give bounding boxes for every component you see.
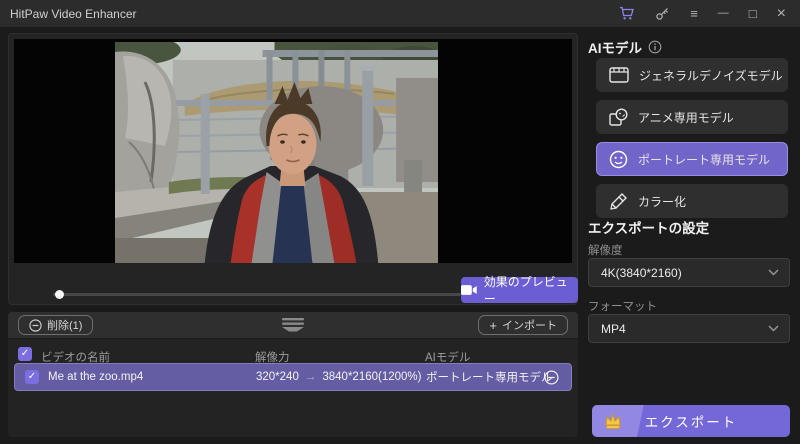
collapse-handle[interactable] [280,317,306,337]
info-icon[interactable] [648,40,662,54]
export-button[interactable]: エクスポート [592,405,790,437]
row-remove-button[interactable] [544,370,559,385]
export-button-label: エクスポート [645,411,738,431]
chevron-down-icon [768,269,779,276]
resolution-dropdown[interactable]: 4K(3840*2160) [588,258,790,287]
model-button-general-denoise[interactable]: ジェネラルデノイズモデル [596,58,788,92]
video-still-me-at-the-zoo [115,42,438,263]
check-icon: ✓ [21,348,29,359]
crown-icon [602,411,624,434]
model-button-colorize[interactable]: カラー化 [596,184,788,218]
row-target-resolution: 3840*2160(1200%) [322,371,421,383]
ai-model-header-label: AIモデル [588,37,642,57]
titlebar: HitPaw Video Enhancer ≡ — □ × [0,0,800,28]
model-button-label: ポートレート専用モデル [638,151,770,168]
export-settings-header: エクスポートの設定 [588,217,709,237]
anime-icon [609,108,628,126]
video-camera-icon [461,284,478,296]
delete-button-label: 削除(1) [47,317,82,333]
minus-circle-icon [544,370,559,385]
cart-icon[interactable] [619,6,635,21]
model-button-portrait[interactable]: ポートレート専用モデル [596,142,788,176]
file-panel: 削除(1) + インポート ✓ ビデオの名前 解像力 AIモデル ✓ Me at… [8,312,578,437]
format-value: MP4 [601,322,626,336]
resolution-label: 解像度 [588,242,623,258]
ai-model-header: AIモデル [588,37,662,57]
model-button-label: アニメ専用モデル [638,109,734,126]
seek-bar[interactable] [53,287,461,301]
select-all-checkbox[interactable]: ✓ [18,347,32,361]
video-viewport [14,39,572,263]
minus-circle-icon [29,319,42,332]
app-window: HitPaw Video Enhancer ≡ — □ × [0,0,800,444]
format-label: フォーマット [588,298,657,314]
colorize-icon [609,192,628,211]
preview-effect-button[interactable]: 効果のプレビュー [461,277,578,303]
preview-effect-label: 効果のプレビュー [484,273,578,307]
format-dropdown[interactable]: MP4 [588,314,790,343]
chevron-down-icon [768,325,779,332]
window-title: HitPaw Video Enhancer [0,7,137,21]
plus-icon: + [489,318,497,333]
row-resolution: 320*240 → 3840*2160(1200%) [256,371,421,383]
minimize-icon[interactable]: — [718,8,729,19]
seek-track[interactable] [53,293,461,296]
key-icon[interactable] [655,6,670,21]
portrait-icon [609,150,628,169]
seek-handle[interactable] [55,290,64,299]
resolution-value: 4K(3840*2160) [601,266,682,280]
row-file-name: Me at the zoo.mp4 [48,371,143,383]
row-checkbox[interactable]: ✓ [25,370,39,384]
model-button-anime[interactable]: アニメ専用モデル [596,100,788,134]
menu-icon[interactable]: ≡ [690,7,698,20]
sidebar: AIモデル ジェネラルデノイズモデル アニメ専用モデル ポートレート専用モデル … [585,28,800,444]
import-button-label: インポート [502,317,557,333]
preview-panel: 効果のプレビュー [8,33,578,305]
file-row-selected[interactable]: ✓ Me at the zoo.mp4 320*240 → 3840*2160(… [14,363,572,391]
row-source-resolution: 320*240 [256,371,299,383]
delete-button[interactable]: 削除(1) [18,315,93,335]
model-button-label: カラー化 [638,193,686,210]
row-ai-model: ポートレート専用モデル [426,369,553,385]
film-icon [609,67,629,83]
model-button-label: ジェネラルデノイズモデル [639,67,783,84]
check-icon: ✓ [28,371,36,382]
titlebar-icons: ≡ — □ × [619,6,800,22]
video-frame [115,42,438,263]
maximize-icon[interactable]: □ [749,7,757,20]
close-icon[interactable]: × [777,6,786,22]
import-button[interactable]: + インポート [478,315,568,335]
file-panel-toolbar: 削除(1) + インポート [8,312,578,339]
arrow-right-icon: → [305,371,317,383]
